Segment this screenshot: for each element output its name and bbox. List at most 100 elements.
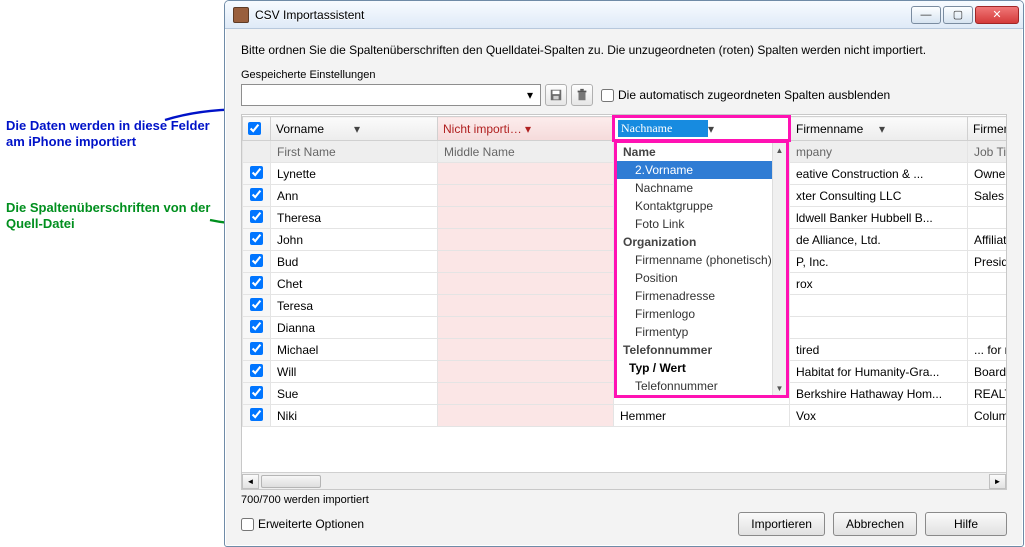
cell-firstname: Michael: [271, 339, 438, 361]
annotation-target-fields: Die Daten werden in diese Felder am iPho…: [6, 118, 216, 151]
cell-firstname: Chet: [271, 273, 438, 295]
dropdown-item[interactable]: Position: [617, 269, 786, 287]
cell-firstname: John: [271, 229, 438, 251]
cell-firstname: Teresa: [271, 295, 438, 317]
cell-middle: [438, 383, 614, 405]
titlebar[interactable]: CSV Importassistent — ▢ ✕: [225, 1, 1023, 29]
dropdown-item[interactable]: Firmenname (phonetisch): [617, 251, 786, 269]
cell-company: Habitat for Humanity-Gra...: [790, 361, 968, 383]
src-col1: First Name: [271, 141, 438, 163]
dropdown-category-name: Name: [617, 143, 786, 161]
row-checkbox[interactable]: [250, 166, 263, 179]
chevron-down-icon: ▾: [525, 122, 607, 136]
scroll-up-icon[interactable]: ▲: [773, 143, 786, 157]
cell-company: tired: [790, 339, 968, 361]
cell-firstname: Bud: [271, 251, 438, 273]
cell-firstname: Sue: [271, 383, 438, 405]
dropdown-category-org: Organization: [617, 233, 786, 251]
saved-settings-combo[interactable]: ▾: [241, 84, 541, 106]
scroll-left-icon[interactable]: ◄: [242, 474, 259, 489]
dialog-window: CSV Importassistent — ▢ ✕ Bitte ordnen S…: [224, 0, 1024, 547]
cell-jobtitle: Columnist: [968, 405, 1008, 427]
scroll-thumb[interactable]: [261, 475, 321, 488]
row-checkbox[interactable]: [250, 342, 263, 355]
maximize-button[interactable]: ▢: [943, 6, 973, 24]
cell-middle: [438, 163, 614, 185]
close-button[interactable]: ✕: [975, 6, 1019, 24]
row-checkbox[interactable]: [250, 188, 263, 201]
src-col2: Middle Name: [438, 141, 614, 163]
extended-options-checkbox[interactable]: [241, 518, 254, 531]
cell-middle: [438, 207, 614, 229]
mapping-table: Vorname▾ Nicht importieren▾ Nachname▾ Fi…: [241, 114, 1007, 490]
cell-company: ldwell Banker Hubbell B...: [790, 207, 968, 229]
scroll-down-icon[interactable]: ▼: [773, 381, 786, 395]
import-button[interactable]: Importieren: [738, 512, 825, 536]
row-checkbox[interactable]: [250, 408, 263, 421]
dropdown-scrollbar[interactable]: ▲ ▼: [772, 143, 786, 395]
auto-hide-checkbox[interactable]: [601, 89, 614, 102]
cell-jobtitle: REALTOR®: [968, 383, 1008, 405]
dropdown-item[interactable]: 2.Vorname: [617, 161, 786, 179]
select-all-header[interactable]: [243, 117, 271, 141]
column-mapping-dropdown[interactable]: Name 2.Vorname Nachname Kontaktgruppe Fo…: [614, 140, 789, 398]
cell-company: [790, 317, 968, 339]
table-row: NikiHemmerVoxColumnist: [243, 405, 1008, 427]
cell-jobtitle: Board / Fina: [968, 361, 1008, 383]
col-firmenbezeichnung-header[interactable]: Firmenbezeic: [968, 117, 1008, 141]
horizontal-scrollbar[interactable]: ◄ ►: [242, 472, 1006, 489]
cell-company: Vox: [790, 405, 968, 427]
cell-jobtitle: [968, 295, 1008, 317]
col-not-imported-header[interactable]: Nicht importieren▾: [438, 117, 614, 141]
cell-jobtitle: ... for now: [968, 339, 1008, 361]
row-checkbox[interactable]: [250, 232, 263, 245]
dropdown-item[interactable]: Nachname: [617, 179, 786, 197]
dropdown-item[interactable]: Telefonnummer: [617, 377, 786, 395]
import-count-status: 700/700 werden importiert: [241, 494, 1007, 506]
cell-middle: [438, 251, 614, 273]
row-checkbox[interactable]: [250, 210, 263, 223]
minimize-button[interactable]: —: [911, 6, 941, 24]
extended-options-label: Erweiterte Optionen: [258, 517, 364, 531]
row-checkbox[interactable]: [250, 386, 263, 399]
cell-company: de Alliance, Ltd.: [790, 229, 968, 251]
cell-firstname: Ann: [271, 185, 438, 207]
row-checkbox[interactable]: [250, 254, 263, 267]
cancel-button[interactable]: Abbrechen: [833, 512, 917, 536]
dropdown-category-phone: Telefonnummer: [617, 341, 786, 359]
cell-jobtitle: Sales & Busi: [968, 185, 1008, 207]
cell-firstname: Dianna: [271, 317, 438, 339]
col-vorname-header[interactable]: Vorname▾: [271, 117, 438, 141]
floppy-icon: [549, 88, 563, 102]
cell-company: [790, 295, 968, 317]
chevron-down-icon: ▾: [522, 87, 538, 103]
col-nachname-header[interactable]: Nachname▾: [614, 117, 790, 141]
save-settings-button[interactable]: [545, 84, 567, 106]
trash-icon: [575, 88, 589, 102]
dropdown-item[interactable]: Firmentyp: [617, 323, 786, 341]
dropdown-item[interactable]: Foto Link: [617, 215, 786, 233]
help-button[interactable]: Hilfe: [925, 512, 1007, 536]
row-checkbox[interactable]: [250, 276, 263, 289]
cell-jobtitle: Affiliated Bu: [968, 229, 1008, 251]
row-checkbox[interactable]: [250, 364, 263, 377]
row-checkbox[interactable]: [250, 298, 263, 311]
cell-jobtitle: President ar: [968, 251, 1008, 273]
cell-firstname: Will: [271, 361, 438, 383]
col-firmenname-header[interactable]: Firmenname▾: [790, 117, 968, 141]
delete-settings-button[interactable]: [571, 84, 593, 106]
dropdown-item[interactable]: Firmenlogo: [617, 305, 786, 323]
auto-hide-label: Die automatisch zugeordneten Spalten aus…: [618, 88, 890, 102]
select-all-checkbox[interactable]: [248, 122, 261, 135]
cell-company: rox: [790, 273, 968, 295]
cell-middle: [438, 295, 614, 317]
row-checkbox[interactable]: [250, 320, 263, 333]
src-col5: Job Title: [968, 141, 1008, 163]
instruction-text: Bitte ordnen Sie die Spaltenüberschrifte…: [241, 43, 1007, 57]
saved-settings-label: Gespeicherte Einstellungen: [241, 69, 1007, 81]
scroll-right-icon[interactable]: ►: [989, 474, 1006, 489]
cell-company: xter Consulting LLC: [790, 185, 968, 207]
cell-middle: [438, 339, 614, 361]
dropdown-item[interactable]: Firmenadresse: [617, 287, 786, 305]
dropdown-item[interactable]: Kontaktgruppe: [617, 197, 786, 215]
